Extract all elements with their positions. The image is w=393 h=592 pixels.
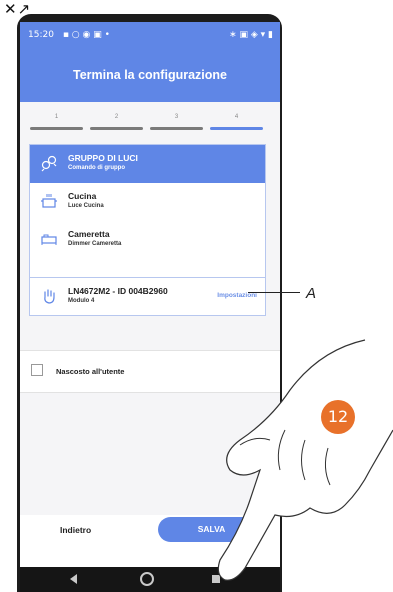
step-1: 1	[28, 114, 85, 130]
pointing-hand-illustration	[217, 339, 393, 581]
step-bar	[90, 127, 143, 130]
bed-icon	[40, 230, 58, 248]
step-number: 4	[234, 114, 239, 120]
device-row[interactable]: LN4672M2 - ID 004B2960 Modulo 4 Impostaz…	[30, 277, 265, 315]
status-right-icons: ∗ ▣ ◈ ▾ ▮	[229, 30, 273, 40]
step-2: 2	[88, 114, 145, 130]
callout-letter: A	[306, 285, 317, 302]
step-number: 2	[114, 114, 119, 120]
hidden-label: Nascosto all'utente	[56, 367, 125, 376]
step-bar	[150, 127, 203, 130]
item-title: Cucina	[68, 191, 97, 201]
app-header: 15:20 ▪ ○ ◉ ▣ • ∗ ▣ ◈ ▾ ▮ Termina la con…	[20, 22, 280, 102]
settings-link[interactable]: Impostazioni	[217, 292, 257, 299]
list-item[interactable]: Cameretta Dimmer Cameretta	[30, 221, 265, 257]
item-subtitle: Dimmer Cameretta	[68, 241, 122, 247]
stepper: 1 2 3 4	[28, 114, 265, 134]
nav-back-icon[interactable]	[70, 574, 77, 584]
step-3: 3	[148, 114, 205, 130]
back-button[interactable]: Indietro	[60, 525, 91, 535]
group-header-row: GRUPPO DI LUCI Comando di gruppo	[30, 145, 265, 183]
status-time: 15:20	[28, 30, 54, 40]
bulbs-icon	[40, 154, 58, 172]
step-bar	[30, 127, 83, 130]
callout-line	[248, 292, 300, 293]
step-number: 3	[174, 114, 179, 120]
nav-home-icon[interactable]	[140, 572, 154, 586]
step-number: 1	[54, 114, 59, 120]
step-4: 4	[208, 114, 265, 130]
item-title: Cameretta	[68, 229, 110, 239]
status-bar: 15:20 ▪ ○ ◉ ▣ • ∗ ▣ ◈ ▾ ▮	[28, 30, 273, 44]
step-badge: 12	[321, 400, 355, 434]
device-subtitle: Modulo 4	[68, 298, 95, 304]
kitchen-pot-icon	[40, 192, 58, 210]
status-left-icons: ▪ ○ ◉ ▣ •	[62, 30, 110, 40]
device-title: LN4672M2 - ID 004B2960	[68, 286, 168, 296]
group-members-list: GRUPPO DI LUCI Comando di gruppo Cucina …	[29, 144, 266, 316]
group-subtitle: Comando di gruppo	[68, 165, 125, 171]
list-item[interactable]: Cucina Luce Cucina	[30, 183, 265, 219]
item-subtitle: Luce Cucina	[68, 203, 104, 209]
hidden-checkbox[interactable]	[31, 364, 43, 376]
group-title: GRUPPO DI LUCI	[68, 153, 138, 163]
page-title: Termina la configurazione	[73, 68, 227, 82]
hand-icon	[40, 287, 58, 305]
step-bar-active	[210, 127, 263, 130]
